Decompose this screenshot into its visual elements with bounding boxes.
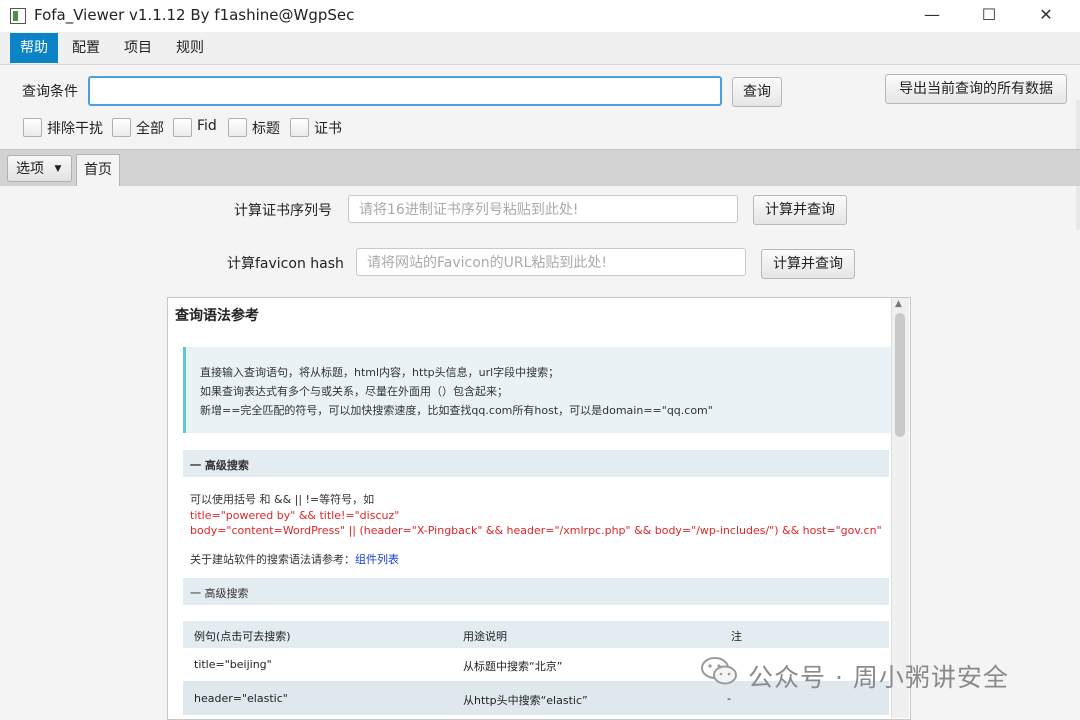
favicon-hash-label: 计算favicon hash — [227, 256, 344, 272]
tab-strip — [0, 149, 1080, 186]
section-title: 一 高级搜索 — [190, 587, 249, 600]
search-button[interactable]: 查询 — [732, 77, 782, 107]
watermark-text: 公众号 · 周小粥讲安全 — [748, 663, 1009, 692]
column-header: 注 — [731, 630, 742, 643]
menu-config[interactable]: 配置 — [62, 33, 110, 63]
query-input[interactable] — [88, 76, 722, 106]
intro-line: 直接输入查询语句，将从标题，html内容，http头信息，url字段中搜索； — [200, 366, 560, 379]
options-label: 选项 — [16, 161, 44, 177]
checkbox-fid[interactable] — [173, 118, 192, 137]
desc-cell: 从http头中搜索“elastic” — [463, 694, 588, 707]
checkbox-all[interactable] — [112, 118, 131, 137]
checkbox-cert-label: 证书 — [314, 121, 342, 137]
component-ref: 关于建站软件的搜索语法请参考：组件列表 — [190, 551, 399, 567]
section-title: 一 高级搜索 — [190, 459, 249, 472]
example-cell[interactable]: header="elastic" — [194, 692, 288, 705]
column-header: 例句(点击可去搜索) — [194, 630, 291, 643]
section-header-advanced-2 — [183, 578, 889, 605]
checkbox-all-label: 全部 — [136, 121, 164, 137]
window-title: Fofa_Viewer v1.1.12 By f1ashine@WgpSec — [34, 6, 355, 24]
column-header: 用途说明 — [463, 630, 507, 643]
query-label: 查询条件 — [22, 84, 78, 100]
example-cell[interactable]: title="beijing" — [194, 658, 272, 671]
intro-line: 新增==完全匹配的符号，可以加快搜索速度，比如查找qq.com所有host，可以… — [200, 404, 713, 417]
reference-title: 查询语法参考 — [175, 308, 259, 324]
note-cell: - — [727, 692, 731, 705]
menu-rules[interactable]: 规则 — [166, 33, 214, 63]
tab-home[interactable]: 首页 — [76, 154, 120, 186]
favicon-calc-button[interactable]: 计算并查询 — [761, 249, 855, 279]
checkbox-title-label: 标题 — [252, 121, 280, 137]
checkbox-exclude-noise[interactable] — [23, 118, 42, 137]
component-list-link[interactable]: 组件列表 — [355, 553, 399, 566]
example-query: title="powered by" && title!="discuz" — [190, 509, 400, 522]
example-query: body="content=WordPress" || (header="X-P… — [190, 524, 882, 537]
cert-serial-input[interactable]: 请将16进制证书序列号粘贴到此处! — [348, 195, 738, 223]
intro-line: 如果查询表达式有多个与或关系，尽量在外面用（）包含起来； — [200, 385, 508, 398]
checkbox-fid-label: Fid — [197, 118, 217, 134]
menu-project[interactable]: 项目 — [114, 33, 162, 63]
close-button[interactable]: ✕ — [1023, 0, 1069, 32]
desc-cell: 从标题中搜索“北京” — [463, 660, 563, 673]
scroll-thumb[interactable] — [895, 313, 905, 437]
checkbox-exclude-noise-label: 排除干扰 — [47, 121, 103, 137]
checkbox-cert[interactable] — [290, 118, 309, 137]
checkbox-title[interactable] — [228, 118, 247, 137]
maximize-button[interactable]: ☐ — [966, 0, 1012, 32]
advanced-desc: 可以使用括号 和 && || !=等符号，如 — [190, 493, 375, 506]
chevron-down-icon: ▼ — [54, 164, 62, 174]
scroll-up-icon[interactable]: ▲ — [895, 299, 902, 309]
wechat-icon — [701, 657, 737, 685]
export-all-button[interactable]: 导出当前查询的所有数据 — [885, 74, 1067, 104]
app-icon — [10, 8, 26, 24]
menu-bar — [0, 32, 1080, 65]
menu-help[interactable]: 帮助 — [10, 33, 58, 63]
section-header-advanced — [183, 450, 889, 477]
cert-calc-button[interactable]: 计算并查询 — [753, 195, 847, 225]
minimize-button[interactable]: — — [909, 0, 955, 32]
favicon-url-input[interactable]: 请将网站的Favicon的URL粘贴到此处! — [356, 248, 746, 276]
component-ref-text: 关于建站软件的搜索语法请参考： — [190, 553, 355, 566]
options-dropdown[interactable]: 选项 ▼ — [7, 155, 72, 182]
cert-serial-label: 计算证书序列号 — [234, 203, 332, 219]
